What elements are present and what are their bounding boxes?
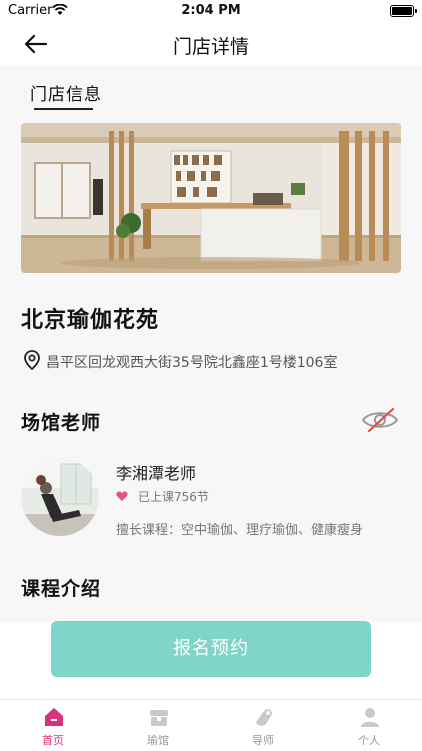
tab-home[interactable]: 首页	[3, 700, 103, 751]
signup-button[interactable]: 报名预约	[51, 621, 371, 677]
tab-store-info[interactable]: 门店信息	[30, 80, 102, 105]
teachers-section-title: 场馆老师	[21, 412, 102, 434]
tutor-icon	[256, 709, 272, 726]
lesson-count: 已上课756节	[138, 490, 209, 504]
eye-slash-icon[interactable]	[360, 406, 400, 434]
heart-icon	[116, 491, 128, 501]
tab-underline	[34, 108, 93, 110]
tab-venue[interactable]: 瑜馆	[108, 700, 208, 751]
status-bar: Carrier 2:04 PM	[0, 0, 422, 22]
tab-personal[interactable]: 个人	[319, 700, 419, 751]
tab-personal-label: 个人	[358, 734, 380, 747]
course-section-title: 课程介绍	[21, 578, 102, 600]
tab-tutor-label: 导师	[252, 734, 274, 747]
page-title: 门店详情	[172, 36, 249, 58]
tab-home-label: 首页	[42, 734, 64, 747]
teacher-avatar[interactable]	[21, 458, 99, 536]
nav-bar: 门店详情	[0, 22, 422, 66]
store-name: 北京瑜伽花苑	[21, 308, 160, 333]
location-pin-icon	[24, 350, 40, 371]
store-detail-content[interactable]: 门店信息 北京瑜伽花苑 昌平区回龙观西大街35号院北鑫座1号楼106室 场馆老师…	[0, 66, 422, 622]
store-photo	[21, 123, 401, 273]
tab-tutor[interactable]: 导师	[213, 700, 313, 751]
teacher-name[interactable]: 李湘潭老师	[116, 460, 196, 484]
home-icon	[45, 708, 63, 726]
battery-icon	[390, 5, 417, 17]
person-icon	[361, 708, 379, 727]
clock: 2:04 PM	[181, 3, 241, 18]
tab-bar: 首页 瑜馆 导师 个人	[0, 699, 422, 751]
teacher-specialty: 擅长课程：空中瑜伽、理疗瑜伽、健康瘦身	[116, 523, 364, 538]
store-address[interactable]: 昌平区回龙观西大街35号院北鑫座1号楼106室	[46, 352, 337, 372]
venue-icon	[150, 710, 168, 726]
tab-venue-label: 瑜馆	[147, 734, 169, 747]
